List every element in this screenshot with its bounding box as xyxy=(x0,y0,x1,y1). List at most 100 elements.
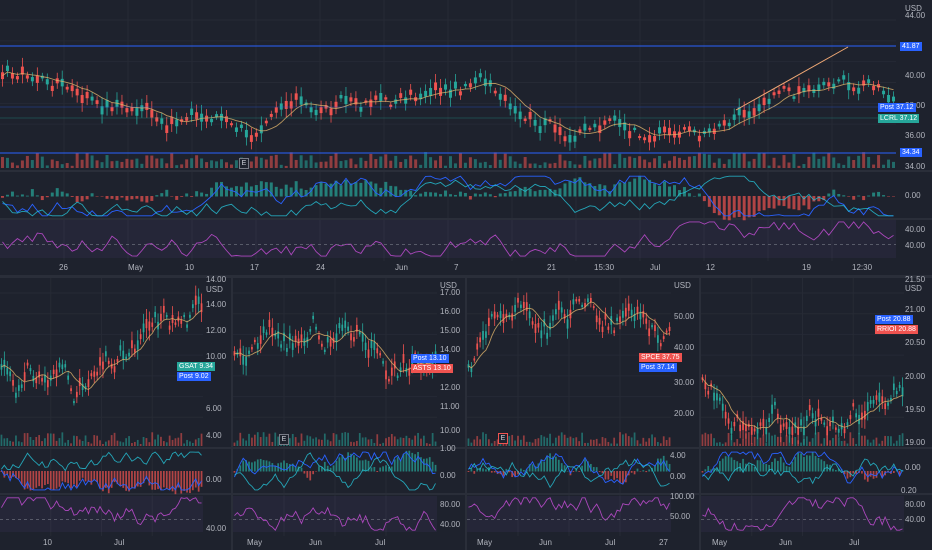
volume-bar xyxy=(757,153,761,168)
volume-bar xyxy=(20,160,24,168)
candle-body xyxy=(878,392,881,402)
main-ticker-tag[interactable]: LCRL 37.12 xyxy=(878,114,920,123)
main-post-tag[interactable]: Post 37.12 xyxy=(878,103,916,112)
volume-bar xyxy=(593,158,597,168)
candle-body xyxy=(244,129,248,138)
volume-bar xyxy=(448,156,452,168)
candle-body xyxy=(268,319,271,327)
volume-bar xyxy=(160,436,162,446)
macd-histogram-bar xyxy=(335,460,338,472)
volume-bar xyxy=(478,162,482,168)
chart-pane-asts[interactable]: USD 17.00 16.00 15.00 14.00 12.00 11.00 … xyxy=(233,278,465,550)
candle-body xyxy=(409,89,413,95)
chart-pane-gsat[interactable]: 14.00 USD 14.00 12.00 10.00 6.00 4.00 0.… xyxy=(0,275,231,550)
candle-body xyxy=(757,104,761,112)
macd-histogram-bar xyxy=(195,191,199,197)
candle-body xyxy=(849,415,852,420)
candle-body xyxy=(473,77,477,84)
volume-bar xyxy=(479,439,481,446)
candle-body xyxy=(379,353,382,356)
candle-body xyxy=(160,313,162,321)
candle-body xyxy=(787,87,791,92)
macd-histogram-bar xyxy=(339,185,343,197)
candle-body xyxy=(444,84,448,90)
volume-bar xyxy=(85,153,89,168)
candle-body xyxy=(573,135,577,142)
volume-bar xyxy=(353,442,355,446)
volume-bar xyxy=(248,433,250,446)
candle-body xyxy=(619,316,621,323)
volume-bar xyxy=(737,152,741,168)
macd-histogram-bar xyxy=(423,458,425,472)
candle-body xyxy=(379,92,383,102)
volume-bar xyxy=(26,433,29,446)
main-chart-canvas[interactable] xyxy=(0,0,932,275)
macd-histogram-bar xyxy=(140,196,144,202)
volume-bar xyxy=(119,441,122,446)
chart-pane-rrioi[interactable]: 21.50 USD 21.00 20.50 20.00 19.50 19.00 … xyxy=(701,275,932,550)
macd-histogram-bar xyxy=(75,471,78,487)
volume-bar xyxy=(200,433,203,446)
candle-body xyxy=(537,322,540,328)
volume-bar xyxy=(23,433,26,446)
volume-bar xyxy=(171,439,174,446)
time-label: Jun xyxy=(309,538,322,547)
ticker-tag[interactable]: SPCE 37.75 xyxy=(639,353,682,362)
candle-body xyxy=(165,314,168,318)
volume-bar xyxy=(724,442,727,446)
chart-canvas[interactable] xyxy=(0,278,231,550)
volume-bar xyxy=(483,161,487,168)
volume-bar xyxy=(473,439,476,446)
candle-body xyxy=(645,318,648,324)
candle-body xyxy=(256,343,259,349)
main-hline-tag[interactable]: 34.34 xyxy=(900,148,922,157)
macd-histogram-bar xyxy=(488,194,492,197)
ticker-tag[interactable]: ASTS 13.10 xyxy=(411,364,453,373)
volume-bar xyxy=(887,436,889,446)
candle-body xyxy=(476,343,479,350)
volume-bar xyxy=(200,158,204,168)
candle-body xyxy=(503,94,507,101)
macd-histogram-bar xyxy=(135,196,139,199)
candle-body xyxy=(93,371,96,377)
macd-histogram-bar xyxy=(772,196,776,209)
volume-bar xyxy=(120,161,124,168)
macd-histogram-bar xyxy=(359,182,363,197)
time-label: May xyxy=(128,263,144,272)
candle-body xyxy=(175,119,179,127)
volume-bar xyxy=(306,435,309,446)
macd-histogram-bar xyxy=(389,185,393,197)
main-chart-pane[interactable]: USD 44.00 40.00 38.00 36.00 34.00 0.00 4… xyxy=(0,0,932,275)
volume-bar xyxy=(125,158,129,168)
candle-body xyxy=(508,103,512,110)
earnings-badge[interactable]: E xyxy=(498,433,508,444)
earnings-badge[interactable]: E xyxy=(239,158,249,169)
main-hline-tag[interactable]: 41.87 xyxy=(900,42,922,51)
post-tag[interactable]: Post 9.02 xyxy=(177,372,211,381)
post-tag[interactable]: Post 37.14 xyxy=(639,363,677,372)
candle-body xyxy=(829,421,831,427)
ticker-tag[interactable]: GSAT 9.34 xyxy=(177,362,215,371)
earnings-badge[interactable]: E xyxy=(279,434,289,445)
volume-bar xyxy=(279,164,283,168)
macd-histogram-bar xyxy=(338,457,341,472)
volume-bar xyxy=(408,438,411,446)
candle-body xyxy=(90,373,93,377)
volume-bar xyxy=(453,163,457,168)
volume-bar xyxy=(189,441,191,446)
candle-body xyxy=(119,345,122,351)
volume-bar xyxy=(254,156,258,168)
macd-histogram-bar xyxy=(17,471,20,479)
ticker-tag[interactable]: RRIOI 20.88 xyxy=(875,325,918,334)
chart-canvas[interactable] xyxy=(467,278,699,550)
candle-body xyxy=(817,84,821,91)
chart-canvas[interactable] xyxy=(233,278,465,550)
macd-histogram-bar xyxy=(73,471,75,485)
chart-pane-spce[interactable]: USD 50.00 40.00 30.00 20.00 4.00 0.00 10… xyxy=(467,278,699,550)
macd-histogram-bar xyxy=(531,464,534,472)
volume-bar xyxy=(361,437,364,446)
post-tag[interactable]: Post 13.10 xyxy=(411,354,449,363)
macd-histogram-bar xyxy=(148,471,151,486)
post-tag[interactable]: Post 20.88 xyxy=(875,315,913,324)
time-label: 21 xyxy=(547,263,556,272)
